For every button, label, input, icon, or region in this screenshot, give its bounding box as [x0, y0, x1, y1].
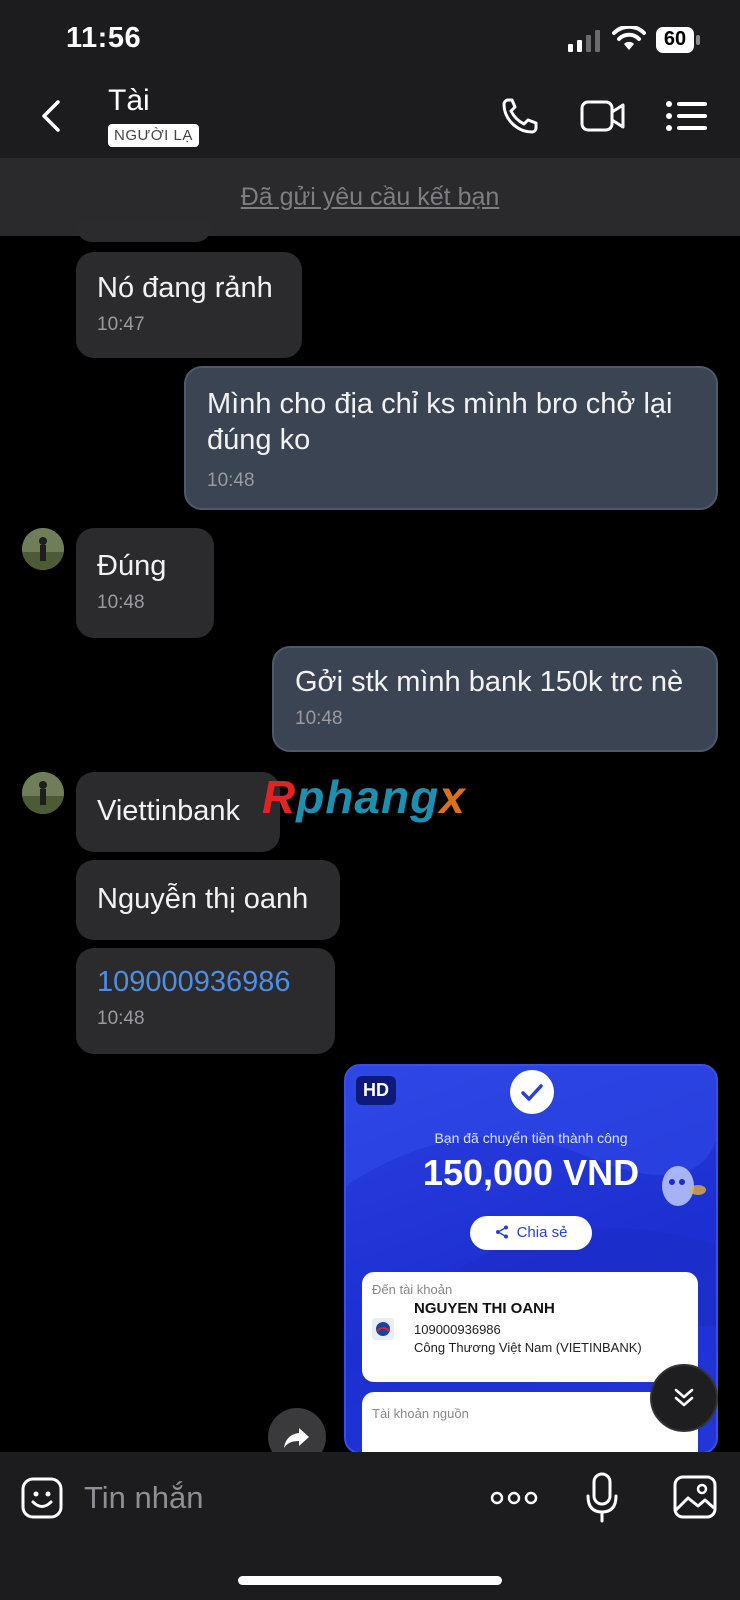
- contact-avatar[interactable]: [22, 772, 64, 814]
- source-account-label: Tài khoản nguồn: [372, 1406, 469, 1421]
- back-icon[interactable]: [36, 96, 68, 136]
- message-time: 10:47: [97, 314, 145, 335]
- watermark-part: R: [262, 771, 297, 823]
- share-icon: [495, 1225, 508, 1239]
- hd-badge: HD: [356, 1076, 396, 1105]
- share-label: Chia sẻ: [516, 1224, 568, 1241]
- contact-avatar[interactable]: [22, 528, 64, 570]
- battery-level: 60: [663, 28, 687, 50]
- message-time: 10:48: [295, 708, 343, 729]
- vietinbank-logo-icon: [372, 1318, 394, 1340]
- success-check-icon: [510, 1070, 554, 1114]
- mascot-icon: [662, 1166, 706, 1206]
- watermark-part: phang: [296, 771, 440, 823]
- watermark: Rphangx: [262, 770, 466, 824]
- message-text: Gởi stk mình bank 150k trc nè: [295, 666, 684, 698]
- list-icon[interactable]: [664, 96, 710, 136]
- source-account-card: Tài khoản nguồn: [362, 1392, 698, 1452]
- transfer-success-text: Bạn đã chuyển tiền thành công: [434, 1130, 628, 1146]
- status-time: 11:56: [66, 22, 142, 54]
- home-indicator: [238, 1576, 502, 1585]
- recipient-name: NGUYEN THI OANH: [414, 1300, 555, 1317]
- image-picker-icon[interactable]: [672, 1474, 718, 1520]
- phone-icon[interactable]: [500, 96, 546, 136]
- to-account-label: Đến tài khoản: [372, 1282, 453, 1297]
- message-time: 10:48: [97, 592, 145, 613]
- stranger-badge: NGƯỜI LẠ: [108, 124, 199, 147]
- message-input[interactable]: [84, 1472, 464, 1524]
- watermark-part: x: [439, 771, 466, 823]
- video-call-icon[interactable]: [580, 96, 626, 136]
- message-text: Nguyễn thị oanh: [97, 883, 309, 915]
- battery-icon: 60: [655, 26, 701, 54]
- double-chevron-down-icon: [674, 1388, 694, 1407]
- message-bubble-partial: [76, 222, 212, 242]
- message-text: Mình cho địa chỉ ks mình bro chở lại đún…: [207, 388, 673, 456]
- message-text: Nó đang rảnh: [97, 272, 273, 304]
- message-bubble-incoming[interactable]: Viettinbank: [76, 772, 280, 852]
- contact-name[interactable]: Tài: [108, 84, 150, 118]
- message-text: Viettinbank: [97, 795, 240, 827]
- account-number-link[interactable]: 109000936986: [97, 964, 314, 1000]
- status-bar: 11:56 60: [0, 0, 740, 80]
- message-bubble-outgoing[interactable]: Mình cho địa chỉ ks mình bro chở lại đún…: [184, 366, 718, 510]
- message-time: 10:48: [97, 1008, 145, 1029]
- microphone-icon[interactable]: [584, 1472, 620, 1524]
- chat-header: Tài NGƯỜI LẠ: [0, 80, 740, 158]
- message-bubble-incoming[interactable]: Nguyễn thị oanh: [76, 860, 340, 940]
- message-bubble-incoming[interactable]: 109000936986 10:48: [76, 948, 335, 1054]
- recipient-bank-name: Công Thương Việt Nam (VIETINBANK): [414, 1340, 642, 1355]
- message-bubble-outgoing[interactable]: Gởi stk mình bank 150k trc nè 10:48: [272, 646, 718, 752]
- message-bubble-incoming[interactable]: Đúng 10:48: [76, 528, 214, 638]
- signal-icon: [568, 30, 600, 52]
- recipient-account-number: 109000936986: [414, 1322, 501, 1337]
- scroll-to-bottom-button[interactable]: [650, 1364, 718, 1432]
- recipient-card: Đến tài khoản NGUYEN THI OANH 1090009369…: [362, 1272, 698, 1382]
- message-bubble-incoming[interactable]: Nó đang rảnh 10:47: [76, 252, 302, 358]
- message-time: 10:48: [207, 470, 255, 491]
- sticker-icon[interactable]: [20, 1476, 64, 1520]
- wifi-icon: [612, 26, 646, 50]
- message-input-bar: [0, 1452, 740, 1600]
- message-text: Đúng: [97, 550, 167, 582]
- share-button: Chia sẻ: [470, 1216, 592, 1250]
- more-options-icon[interactable]: [490, 1484, 538, 1512]
